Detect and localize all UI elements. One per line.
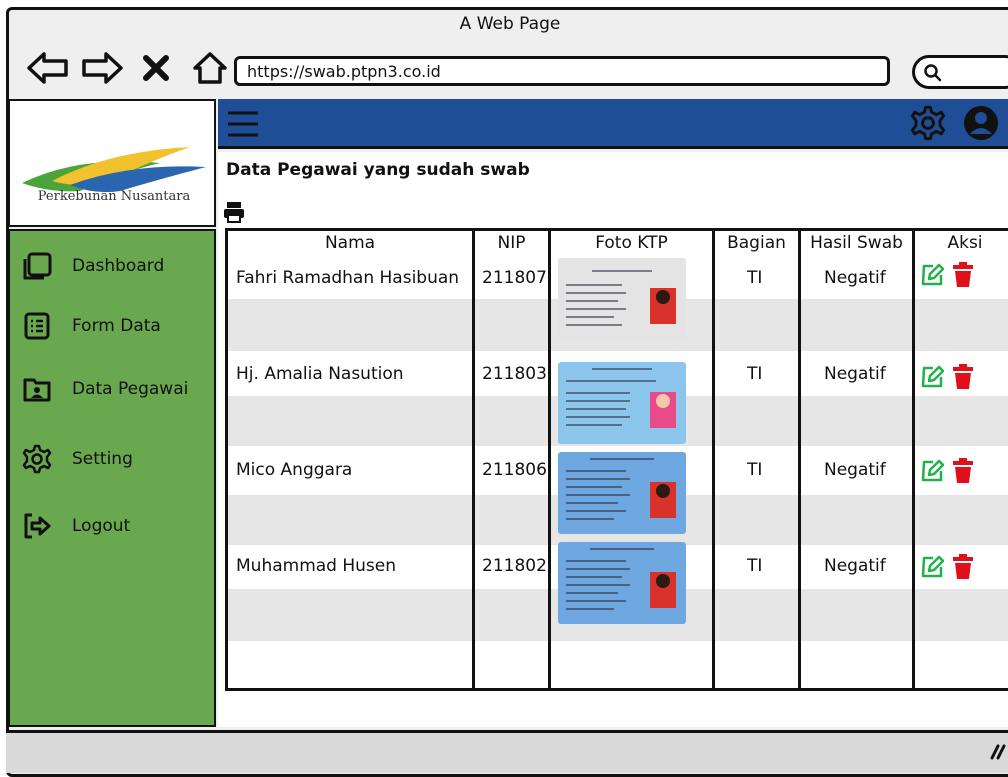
column-divider [472, 231, 475, 691]
cell-nama: Fahri Ramadhan Hasibuan [236, 268, 460, 288]
row-actions [920, 364, 974, 390]
delete-icon[interactable] [952, 458, 974, 484]
employee-table: Nama NIP Foto KTP Bagian Hasil Swab Aksi… [225, 228, 1008, 691]
logout-icon [22, 511, 52, 541]
cell-hasil-swab: Negatif [824, 364, 886, 384]
user-account-icon[interactable] [962, 104, 1000, 142]
hamburger-menu-icon[interactable] [226, 109, 260, 139]
print-icon[interactable] [222, 200, 246, 224]
edit-icon[interactable] [920, 365, 944, 389]
cell-hasil-swab: Negatif [824, 268, 886, 288]
cell-nip: 211803 [482, 364, 547, 384]
status-bar [6, 730, 1008, 773]
cell-nama: Muhammad Husen [236, 556, 397, 576]
cell-bagian: TI [747, 556, 763, 576]
gear-icon [22, 444, 52, 474]
sidebar-item-logout[interactable]: Logout [22, 511, 130, 541]
home-icon[interactable] [188, 50, 232, 86]
cell-hasil-swab: Negatif [824, 556, 886, 576]
cell-nama: Mico Anggara [236, 460, 353, 480]
ktp-photo[interactable] [558, 258, 686, 340]
cell-nama: Hj. Amalia Nasution [236, 364, 404, 384]
delete-icon[interactable] [952, 554, 974, 580]
column-header-nip: NIP [497, 233, 526, 253]
row-actions [920, 458, 974, 484]
column-header-foto-ktp: Foto KTP [595, 233, 668, 253]
forward-icon[interactable] [80, 50, 124, 86]
resize-grip-icon[interactable] [988, 740, 1006, 760]
cell-nip: 211802 [482, 556, 547, 576]
edit-icon[interactable] [920, 459, 944, 483]
employee-icon [22, 374, 52, 404]
cell-nip: 211806 [482, 460, 547, 480]
ktp-photo[interactable] [558, 452, 686, 534]
edit-icon[interactable] [920, 555, 944, 579]
cell-hasil-swab: Negatif [824, 460, 886, 480]
column-divider [798, 231, 801, 691]
sidebar: Dashboard Form Data Data Pegawai Setting… [8, 229, 216, 727]
sidebar-item-setting[interactable]: Setting [22, 444, 133, 474]
browser-nav [26, 50, 232, 86]
sidebar-item-dashboard[interactable]: Dashboard [22, 251, 164, 281]
ktp-photo[interactable] [558, 362, 686, 444]
sidebar-item-label: Logout [72, 516, 131, 536]
sidebar-item-data-pegawai[interactable]: Data Pegawai [22, 374, 188, 404]
browser-search[interactable] [912, 55, 1008, 89]
settings-gear-icon[interactable] [910, 105, 946, 141]
logo-panel: Perkebunan Nusantara [8, 99, 216, 227]
search-icon [924, 64, 942, 82]
sidebar-item-label: Dashboard [72, 256, 165, 276]
column-divider [548, 231, 551, 691]
cell-bagian: TI [747, 460, 763, 480]
sidebar-item-label: Form Data [72, 316, 161, 336]
dashboard-icon [22, 251, 52, 281]
back-icon[interactable] [26, 50, 70, 86]
window-title: A Web Page [459, 14, 561, 34]
url-bar[interactable]: https://swab.ptpn3.co.id [234, 56, 890, 86]
cell-bagian: TI [747, 268, 763, 288]
sidebar-item-label: Setting [72, 449, 133, 469]
sidebar-item-form-data[interactable]: Form Data [22, 311, 161, 341]
column-header-bagian: Bagian [727, 233, 786, 253]
close-icon[interactable] [134, 50, 178, 86]
cell-nip: 211807 [482, 268, 547, 288]
cell-bagian: TI [747, 364, 763, 384]
logo-text: Perkebunan Nusantara [37, 189, 191, 204]
delete-icon[interactable] [952, 262, 974, 288]
top-navbar [218, 99, 1008, 149]
delete-icon[interactable] [952, 364, 974, 390]
column-header-hasil-swab: Hasil Swab [810, 233, 903, 253]
row-actions [920, 554, 974, 580]
column-divider [912, 231, 915, 691]
column-header-nama: Nama [324, 233, 376, 253]
column-divider [712, 231, 715, 691]
column-header-aksi: Aksi [947, 233, 983, 253]
page-title: Data Pegawai yang sudah swab [226, 160, 530, 180]
edit-icon[interactable] [920, 263, 944, 287]
sidebar-item-label: Data Pegawai [72, 379, 189, 399]
row-actions [920, 262, 974, 288]
ktp-photo[interactable] [558, 542, 686, 624]
form-icon [22, 311, 52, 341]
